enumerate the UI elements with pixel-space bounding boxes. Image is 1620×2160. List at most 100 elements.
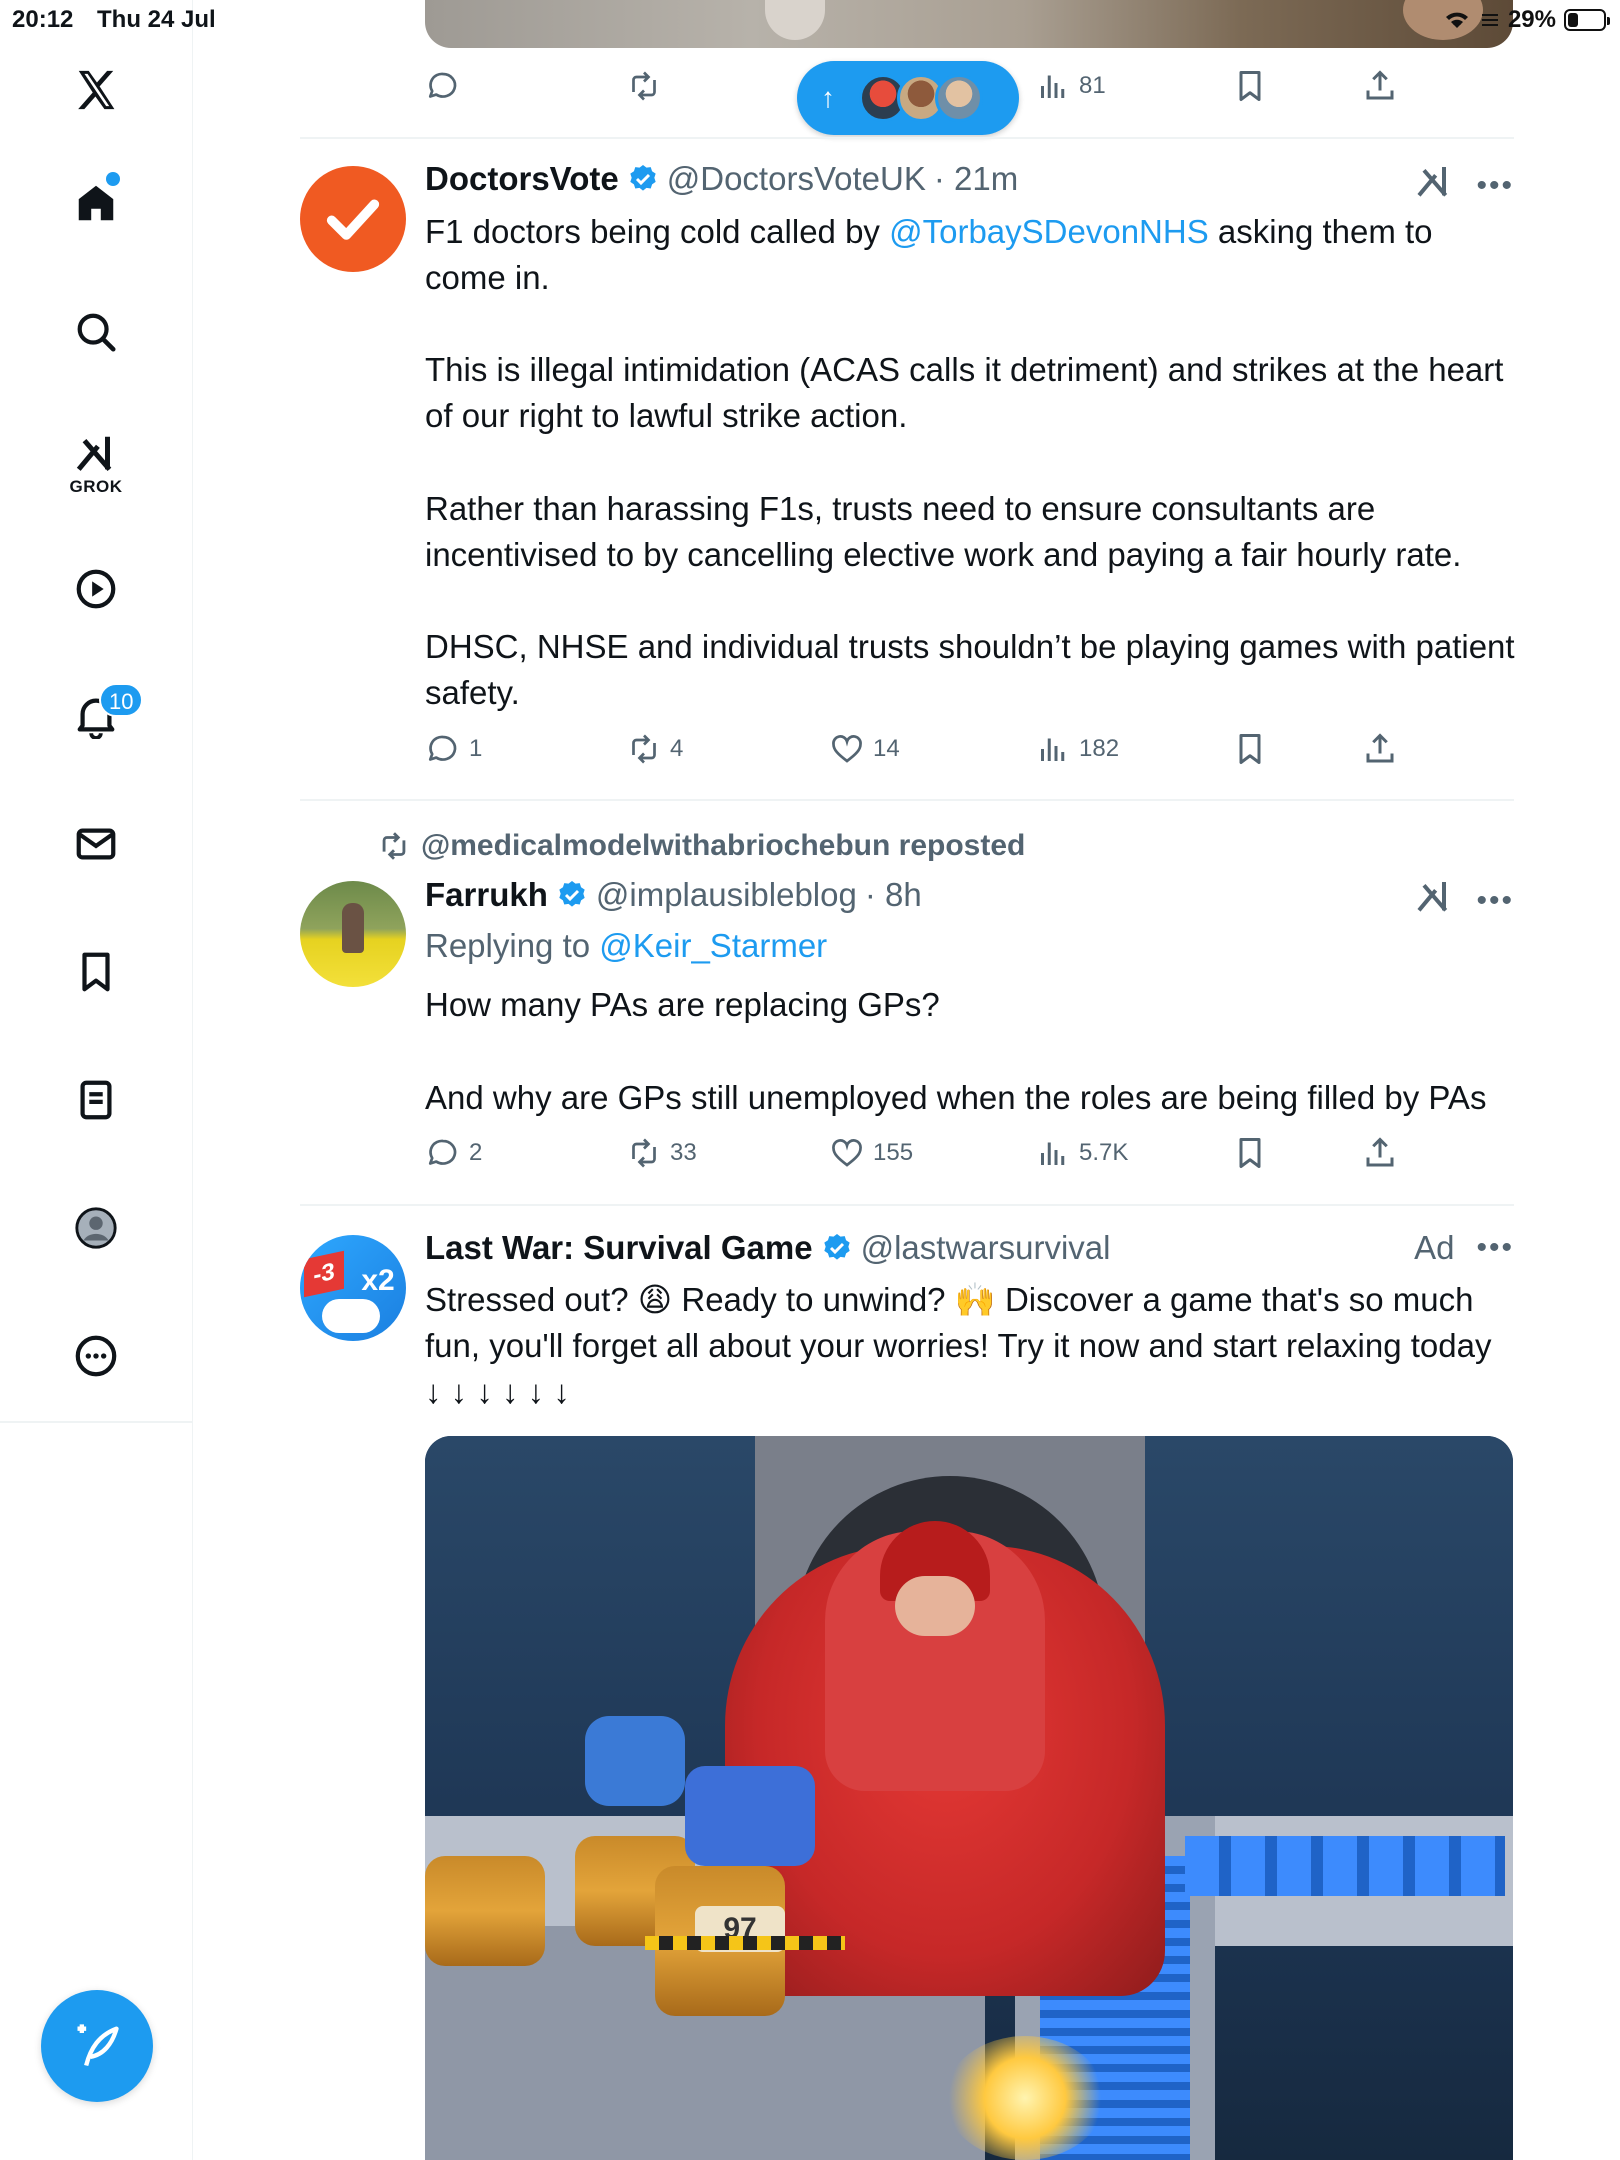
- reply-count: 2: [469, 1139, 483, 1166]
- grok-icon[interactable]: [1414, 162, 1454, 210]
- reply-icon: [428, 72, 457, 98]
- like-button[interactable]: 14: [829, 731, 900, 767]
- avatar-detail: [322, 1299, 380, 1333]
- share-button[interactable]: [1362, 68, 1398, 104]
- post-divider: [300, 1204, 1514, 1206]
- reply-button[interactable]: 1: [425, 731, 482, 767]
- bookmark-button[interactable]: [1232, 68, 1268, 104]
- ad-label: Ad: [1414, 1229, 1455, 1266]
- verified-badge-icon: [630, 165, 656, 191]
- post-time[interactable]: · 8h: [865, 876, 922, 914]
- avatar[interactable]: [300, 881, 406, 987]
- reply-button[interactable]: 2: [425, 1135, 482, 1171]
- status-date: Thu 24 Jul: [97, 6, 216, 33]
- bookmark-button[interactable]: [1232, 731, 1268, 767]
- lists-icon[interactable]: [56, 1060, 136, 1140]
- heart-icon: [832, 1139, 862, 1167]
- views-icon: [1041, 738, 1065, 761]
- display-name[interactable]: DoctorsVote: [425, 160, 619, 198]
- bookmark-button[interactable]: [1232, 1135, 1268, 1171]
- more-options-icon[interactable]: •••: [1476, 169, 1514, 203]
- post-header-right: •••: [1414, 877, 1514, 925]
- mention-link[interactable]: @TorbaySDevonNHS: [889, 213, 1209, 250]
- arrow-up-icon: ↑: [821, 82, 835, 113]
- media-detail: [685, 1766, 815, 1866]
- battery-fill: [1568, 13, 1578, 27]
- views-button[interactable]: 81: [1035, 68, 1106, 104]
- views-button[interactable]: 182: [1035, 731, 1119, 767]
- views-button[interactable]: 5.7K: [1035, 1135, 1128, 1171]
- home-icon[interactable]: [56, 163, 136, 243]
- avatar-text: x2: [361, 1264, 395, 1297]
- repost-button[interactable]: 4: [626, 731, 683, 767]
- display-name[interactable]: Last War: Survival Game: [425, 1229, 813, 1267]
- verified-badge-icon: [559, 881, 585, 907]
- post-divider: [300, 137, 1514, 139]
- feather-plus-icon: [77, 2024, 119, 2067]
- avatar-text: -3: [304, 1250, 344, 1298]
- media-detail: [425, 1856, 545, 1966]
- post-actions: 2 33 155 5.7K: [425, 1135, 1425, 1179]
- share-icon: [1366, 733, 1394, 763]
- more-icon[interactable]: [56, 1316, 136, 1396]
- repost-icon: [632, 1138, 656, 1168]
- status-bar: 20:12 Thu 24 Jul 29%: [0, 0, 1620, 40]
- post-paragraph: Rather than harassing F1s, trusts need t…: [425, 490, 1462, 573]
- notifications-badge: 10: [99, 683, 144, 717]
- video-icon[interactable]: [56, 549, 136, 629]
- x-logo-icon[interactable]: [56, 50, 136, 130]
- handle[interactable]: @lastwarsurvival: [861, 1229, 1111, 1267]
- share-button[interactable]: [1362, 1135, 1398, 1171]
- handle[interactable]: @implausibleblog: [596, 876, 857, 914]
- share-button[interactable]: [1362, 731, 1398, 767]
- messages-icon[interactable]: [56, 804, 136, 884]
- new-posts-pill[interactable]: ↑: [797, 61, 1019, 135]
- ad-media[interactable]: 97: [425, 1436, 1513, 2160]
- repost-icon: [632, 734, 656, 764]
- compose-button[interactable]: [41, 1990, 153, 2102]
- views-icon: [1041, 1142, 1065, 1165]
- like-button[interactable]: 155: [829, 1135, 913, 1171]
- grok-icon[interactable]: [1414, 877, 1454, 925]
- avatar[interactable]: -3 x2: [300, 1235, 406, 1341]
- search-icon[interactable]: [56, 292, 136, 372]
- repost-count: 33: [670, 1139, 697, 1166]
- reposted-by-label: @medicalmodelwithabriochebun reposted: [421, 829, 1026, 862]
- avatar[interactable]: [300, 166, 406, 272]
- avatar-figure: [342, 903, 364, 953]
- more-options-icon[interactable]: •••: [1476, 884, 1514, 918]
- views-icon: [1041, 75, 1065, 98]
- timeline-feed: 81 ↑ DoctorsVote @DoctorsVoteUK · 21m ••…: [300, 0, 1524, 2160]
- post-paragraph: How many PAs are replacing GPs?: [425, 986, 940, 1023]
- bookmark-icon: [1239, 71, 1261, 101]
- post-time[interactable]: · 21m: [934, 160, 1018, 198]
- more-options-icon[interactable]: •••: [1476, 1231, 1514, 1265]
- post-header-right: •••: [1414, 162, 1514, 210]
- profile-icon[interactable]: [56, 1188, 136, 1268]
- views-count: 81: [1079, 72, 1106, 99]
- display-name[interactable]: Farrukh: [425, 876, 548, 914]
- repost-icon: [382, 832, 406, 860]
- media-detail: [945, 2036, 1105, 2160]
- menu-lines-icon: [1481, 14, 1498, 26]
- status-time: 20:12: [12, 6, 74, 33]
- bookmark-icon: [1239, 1138, 1261, 1168]
- post-paragraph: DHSC, NHSE and individual trusts shouldn…: [425, 628, 1524, 711]
- repost-button[interactable]: [626, 68, 662, 104]
- post-header: Farrukh @implausibleblog · 8h: [425, 876, 922, 914]
- views-count: 182: [1079, 735, 1120, 762]
- bookmarks-icon[interactable]: [56, 932, 136, 1012]
- replying-to-link[interactable]: @Keir_Starmer: [599, 927, 827, 964]
- reposted-indicator[interactable]: @medicalmodelwithabriochebun reposted: [377, 829, 1025, 863]
- like-count: 14: [873, 735, 900, 762]
- reply-button[interactable]: [425, 68, 461, 104]
- media-detail: [645, 1936, 845, 1950]
- reply-icon: [428, 735, 457, 761]
- share-icon: [1366, 1137, 1394, 1167]
- media-detail: [895, 1576, 975, 1636]
- wifi-icon: [1445, 12, 1468, 28]
- like-count: 155: [873, 1139, 914, 1166]
- handle[interactable]: @DoctorsVoteUK: [667, 160, 926, 198]
- replying-prefix: Replying to: [425, 927, 600, 964]
- repost-button[interactable]: 33: [626, 1135, 697, 1171]
